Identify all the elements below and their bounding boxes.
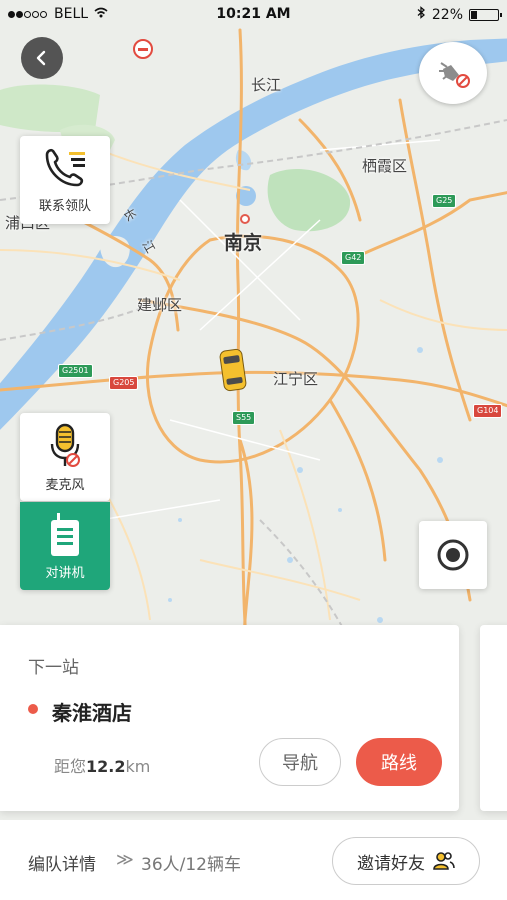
- shield-s55: S55: [232, 411, 256, 425]
- horn-muted-icon: [439, 62, 470, 88]
- map-label-nanjing: 南京: [224, 232, 263, 254]
- status-right: 22%: [417, 6, 502, 23]
- bluetooth-icon: [417, 6, 426, 23]
- map-label-changjiang: 长江: [251, 76, 282, 94]
- invite-friends-button[interactable]: 邀请好友: [332, 837, 480, 885]
- phone-icon: [45, 148, 85, 186]
- walkie-talkie-label: 对讲机: [45, 565, 85, 581]
- locate-button[interactable]: [419, 521, 487, 589]
- navigate-button[interactable]: 导航: [259, 738, 341, 786]
- route-button[interactable]: 路线: [356, 738, 442, 786]
- distance-unit: km: [125, 757, 151, 776]
- next-stop-subtitle: 下一站: [28, 658, 79, 678]
- map-label-jianye: 建邺区: [137, 296, 183, 314]
- shield-g205: G205: [109, 376, 139, 390]
- shield-g2501: G2501: [58, 364, 93, 378]
- shield-g42: G42: [341, 251, 366, 265]
- horn-mute-button[interactable]: [419, 42, 487, 104]
- status-bar: BELL 10:21 AM 22%: [0, 0, 507, 30]
- distance-prefix: 距您: [54, 757, 87, 776]
- back-button[interactable]: [21, 37, 63, 79]
- microphone-button[interactable]: 麦克风: [20, 413, 110, 501]
- map-label-qixia: 栖霞区: [362, 157, 408, 175]
- walkie-talkie-button[interactable]: 对讲机: [20, 502, 110, 590]
- group-icon: [433, 852, 455, 870]
- distance-value: 12.2: [86, 757, 126, 776]
- microphone-muted-icon: [50, 423, 80, 467]
- double-chevron-icon: ≫: [116, 850, 134, 870]
- microphone-label: 麦克风: [45, 477, 85, 493]
- battery-percent: 22%: [431, 6, 463, 23]
- contact-leader-button[interactable]: 联系领队: [20, 136, 110, 224]
- no-entry-icon: [133, 39, 153, 59]
- stop-name: 秦淮酒店: [52, 701, 132, 725]
- locate-icon: [437, 539, 469, 571]
- team-summary: 36人/12辆车: [141, 855, 241, 875]
- stop-distance: 距您12.2km: [54, 753, 150, 777]
- shield-g104: G104: [473, 404, 503, 418]
- next-card-peek[interactable]: [480, 625, 507, 811]
- back-arrow-icon: [36, 50, 46, 66]
- team-details-link[interactable]: 编队详情: [28, 850, 96, 875]
- map-label-jiangning: 江宁区: [273, 370, 319, 388]
- next-stop-card[interactable]: 下一站 秦淮酒店 距您12.2km 导航 路线: [0, 625, 459, 811]
- stop-dot: [28, 704, 38, 714]
- battery-icon: [469, 8, 502, 21]
- invite-label: 邀请好友: [357, 853, 425, 874]
- shield-g25: G25: [432, 194, 457, 208]
- walkie-talkie-icon: [51, 512, 79, 556]
- bottom-bar: 编队详情 ≫ 36人/12辆车 邀请好友: [0, 820, 507, 900]
- contact-leader-label: 联系领队: [38, 198, 91, 214]
